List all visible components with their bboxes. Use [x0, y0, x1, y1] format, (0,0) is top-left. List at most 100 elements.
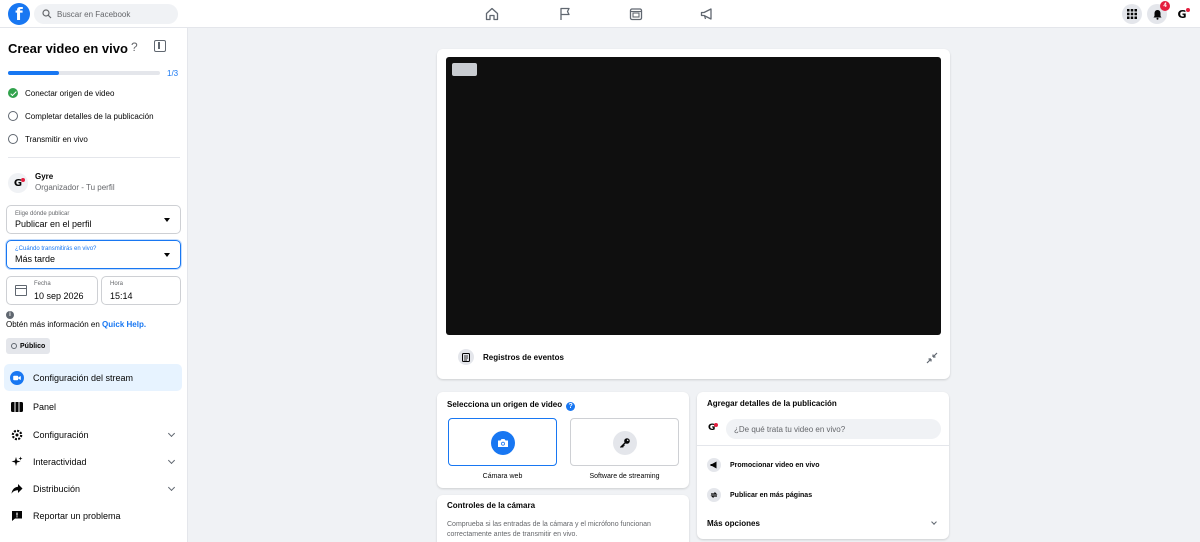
profile-avatar: G — [8, 173, 28, 193]
megaphone-icon[interactable] — [699, 6, 715, 22]
more-options-button[interactable]: Más opciones — [707, 519, 760, 528]
search-box[interactable] — [34, 4, 178, 24]
menu-label: Configuración — [33, 429, 89, 440]
streaming-software-label: Software de streaming — [589, 473, 660, 480]
menu-report-problem[interactable]: Reportar un problema — [4, 502, 182, 529]
menu-stream-settings[interactable]: Configuración del stream — [4, 364, 182, 391]
event-log-icon — [458, 349, 474, 365]
webcam-option[interactable] — [448, 418, 557, 466]
share-icon — [10, 482, 24, 496]
sidebar: Crear video en vivo ? 1/3 Conectar orige… — [0, 28, 188, 542]
post-details-card: Agregar detalles de la publicación G Pro… — [697, 392, 949, 539]
step-connect-source: Conectar origen de video — [8, 88, 114, 98]
flag-icon[interactable] — [557, 6, 573, 22]
bell-icon — [1153, 9, 1161, 20]
privacy-label: Público — [20, 342, 46, 350]
divider — [8, 157, 180, 158]
video-source-title: Selecciona un origen de video? — [447, 400, 576, 411]
menu-label: Panel — [33, 401, 57, 412]
video-preview — [446, 57, 941, 335]
collapse-panel-icon[interactable] — [154, 40, 166, 52]
empty-circle-icon — [8, 134, 18, 144]
report-icon — [10, 509, 24, 523]
help-icon[interactable]: ? — [131, 40, 138, 54]
menu-label: Configuración del stream — [33, 372, 134, 383]
step-label: Conectar origen de video — [25, 88, 115, 98]
menu-interactivity[interactable]: Interactividad — [4, 448, 182, 475]
promote-live-button[interactable]: Promocionar video en vivo — [707, 458, 819, 472]
step-label: Transmitir en vivo — [25, 134, 88, 144]
menu-grid-button[interactable] — [1122, 4, 1142, 24]
webcam-label: Cámara web — [482, 473, 523, 480]
preview-status-chip — [452, 63, 477, 76]
gear-icon — [10, 428, 24, 442]
dropdown-caret-icon — [164, 253, 170, 257]
divider — [697, 445, 949, 446]
sparkle-icon — [10, 455, 24, 469]
date-value: 10 sep 2026 — [34, 291, 84, 301]
search-input[interactable] — [57, 9, 167, 19]
step-post-details: Completar detalles de la publicación — [8, 111, 154, 121]
info-icon: i — [6, 311, 14, 319]
post-author-avatar: G — [708, 422, 719, 433]
time-value: 15:14 — [110, 291, 133, 301]
collapse-arrows-icon[interactable] — [926, 352, 938, 364]
time-field[interactable]: Hora 15:14 — [101, 276, 181, 305]
progress-bar — [8, 71, 160, 75]
quick-help-text: Obtén más información en Quick Help. — [6, 320, 147, 329]
time-label: Hora — [110, 281, 124, 287]
menu-dashboard[interactable]: Panel — [4, 393, 182, 420]
schedule-select[interactable]: ¿Cuándo transmitirás en vivo? Más tarde — [6, 240, 181, 269]
facebook-logo[interactable]: f — [8, 3, 30, 25]
profile-role: Organizador - Tu perfil — [35, 183, 115, 192]
streaming-software-option[interactable] — [570, 418, 679, 466]
check-circle-icon — [8, 88, 18, 98]
profile-name: Gyre — [35, 172, 54, 181]
globe-icon — [11, 343, 17, 349]
menu-label: Reportar un problema — [33, 510, 121, 521]
top-bar: f 4 G — [0, 0, 1200, 28]
menu-settings[interactable]: Configuración — [4, 421, 182, 448]
marketplace-icon[interactable] — [628, 6, 644, 22]
search-icon — [42, 9, 52, 19]
home-icon[interactable] — [484, 6, 500, 22]
account-avatar: G — [1177, 7, 1190, 21]
select-value: Más tarde — [15, 254, 56, 264]
page-title: Crear video en vivo — [8, 41, 128, 56]
menu-label: Interactividad — [33, 456, 87, 467]
video-source-card: Selecciona un origen de video? Cámara we… — [437, 392, 689, 488]
dashboard-icon — [10, 400, 24, 414]
notifications-button[interactable]: 4 — [1147, 1, 1170, 24]
select-value: Publicar en el perfil — [15, 219, 92, 229]
chevron-down-icon — [167, 456, 176, 465]
notification-badge: 4 — [1160, 1, 1170, 11]
event-log-button[interactable]: Registros de eventos — [483, 353, 564, 362]
camera-controls-title: Controles de la cámara — [447, 501, 536, 510]
post-description-input[interactable] — [726, 419, 941, 439]
dropdown-caret-icon — [164, 218, 170, 222]
camera-controls-description: Comprueba si las entradas de la cámara y… — [447, 521, 651, 538]
megaphone-icon — [707, 458, 721, 472]
progress-fill — [8, 71, 59, 75]
select-label: ¿Cuándo transmitirás en vivo? — [15, 246, 97, 252]
video-camera-icon — [10, 370, 24, 385]
date-field[interactable]: Fecha 10 sep 2026 — [6, 276, 98, 305]
chevron-down-icon — [931, 519, 937, 525]
account-button[interactable]: G — [1172, 4, 1192, 24]
publish-location-select[interactable]: Elige dónde publicar Publicar en el perf… — [6, 205, 181, 234]
help-circle-icon[interactable]: ? — [566, 402, 576, 411]
promote-label: Promocionar video en vivo — [730, 461, 820, 469]
empty-circle-icon — [8, 111, 18, 121]
quick-help-link[interactable]: Quick Help. — [102, 320, 146, 329]
progress-label: 1/3 — [167, 69, 179, 78]
privacy-button[interactable]: Público — [6, 338, 51, 354]
chevron-down-icon — [167, 483, 176, 492]
calendar-icon — [15, 285, 27, 296]
video-preview-card: Registros de eventos — [437, 49, 950, 379]
select-label: Elige dónde publicar — [15, 211, 70, 217]
camera-icon — [491, 431, 515, 455]
menu-distribution[interactable]: Distribución — [4, 475, 182, 502]
key-icon — [613, 431, 637, 455]
post-details-title: Agregar detalles de la publicación — [707, 399, 837, 408]
publish-more-pages-button[interactable]: Publicar en más páginas — [707, 488, 812, 502]
